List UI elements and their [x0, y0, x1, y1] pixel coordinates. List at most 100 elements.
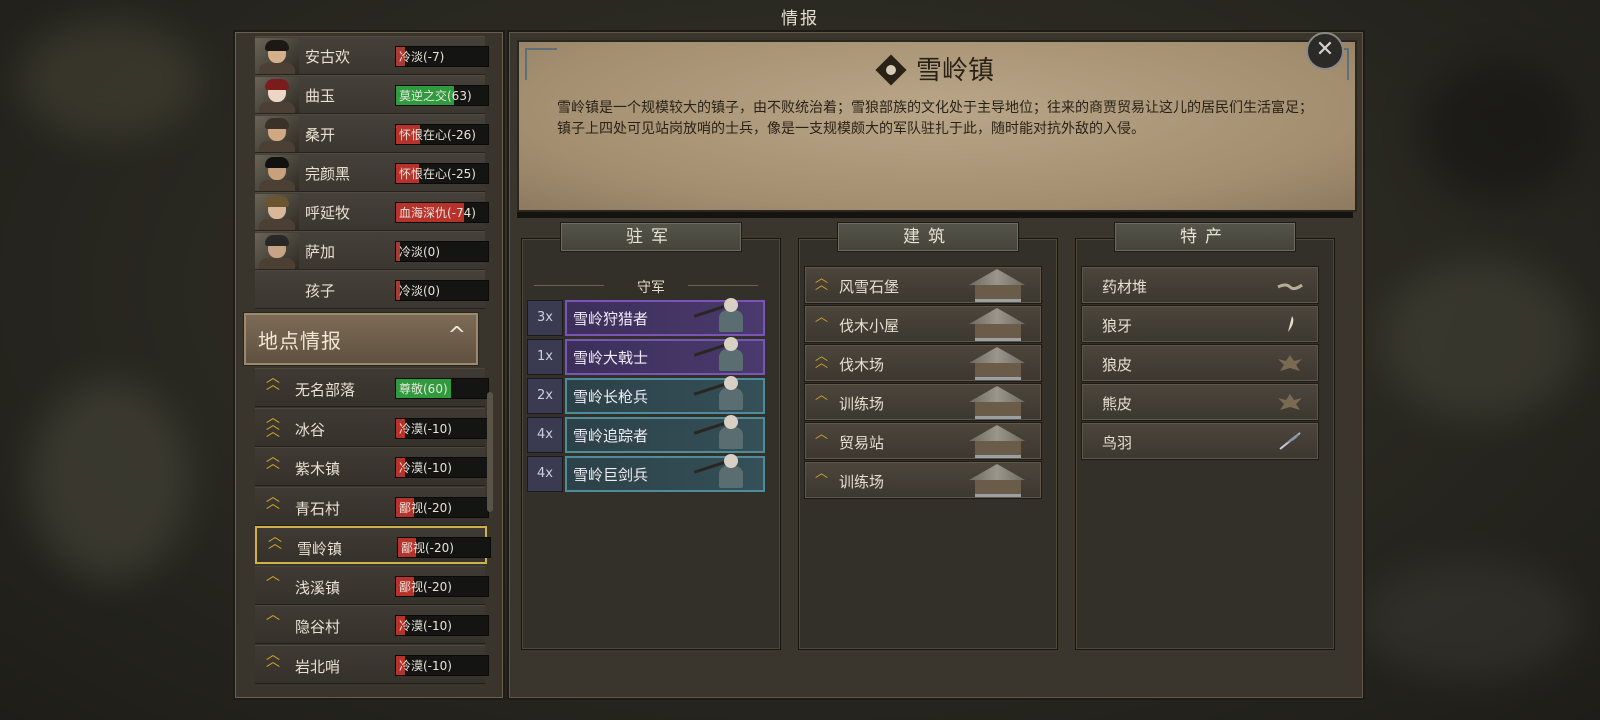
rank-chevron-icon: ︿ [815, 388, 829, 403]
scrollbar[interactable] [487, 392, 493, 512]
pelt-icon [1276, 353, 1304, 373]
relation-text: 鄙视(-20) [401, 541, 454, 555]
building-roof [969, 464, 1025, 480]
troop-count: 4x [527, 456, 563, 492]
fang-icon [1276, 314, 1304, 334]
avatar [255, 194, 299, 230]
relation-text: 冷淡(0) [399, 284, 440, 298]
product-row[interactable]: 药材堆 [1081, 266, 1319, 304]
location-row[interactable]: ︿ ︿ 青石村 鄙视(-20) [255, 486, 489, 526]
tab-garrison[interactable]: 驻军 [560, 222, 742, 252]
relation-bar: 冷漠(-10) [395, 654, 489, 676]
relation-text: 尊敬(60) [399, 382, 448, 396]
rank-chevron-icon: ︿ [815, 310, 829, 325]
location-row[interactable]: ︿ 隐谷村 冷漠(-10) [255, 605, 489, 644]
relation-bar: 血海深仇(-74) [395, 202, 489, 223]
troop-row[interactable]: 3x 雪岭狩猎者 [527, 298, 765, 336]
avatar-body [259, 102, 295, 113]
product-row[interactable]: 狼牙 [1081, 305, 1319, 343]
garrison-column: 守军 3x 雪岭狩猎者 1x 雪岭大戟士 2x 雪岭长枪兵 4x 雪岭追踪者 4x 雪岭巨剑兵 [521, 238, 781, 650]
relation-bar: 冷淡(0) [395, 280, 489, 301]
troop-row[interactable]: 2x 雪岭长枪兵 [527, 376, 765, 414]
building-roof [969, 425, 1025, 441]
location-row[interactable]: ︿ ︿ 雪岭镇 鄙视(-20) [255, 526, 491, 564]
troop-row[interactable]: 4x 雪岭追踪者 [527, 415, 765, 453]
soldier-icon [693, 415, 745, 453]
troop-card[interactable]: 雪岭长枪兵 [565, 376, 765, 414]
character-row[interactable]: 完颜黑 怀恨在心(-25) [255, 153, 489, 192]
tab-products[interactable]: 特产 [1114, 222, 1296, 252]
character-row[interactable]: 桑开 怀恨在心(-26) [255, 114, 489, 153]
troop-card[interactable]: 雪岭狩猎者 [565, 298, 765, 336]
soldier-icon [693, 376, 745, 414]
location-name: 无名部落 [295, 381, 356, 399]
character-row[interactable]: 孩子 冷淡(0) [255, 270, 489, 309]
building-icon [963, 269, 1037, 302]
rank-chevron-icon: ︿ [815, 427, 829, 442]
building-name: 训练场 [839, 395, 885, 413]
relation-bar: 冷淡(-7) [395, 46, 489, 67]
tab-buildings[interactable]: 建筑 [837, 222, 1019, 252]
character-name: 桑开 [305, 126, 336, 144]
soldier-body [719, 466, 743, 488]
avatar-hair [265, 157, 289, 168]
building-wall [975, 283, 1021, 302]
building-wall [975, 361, 1021, 380]
building-row[interactable]: ︿ ︿ 风雪石堡 [804, 266, 1042, 304]
guard-label: 守军 [637, 280, 665, 296]
feather-icon [1276, 431, 1304, 451]
product-name: 鸟羽 [1102, 434, 1133, 452]
relation-text: 鄙视(-20) [399, 579, 452, 594]
building-row[interactable]: ︿ 贸易站 [804, 422, 1042, 460]
troop-count: 4x [527, 417, 563, 453]
soldier-body [719, 349, 743, 371]
character-row[interactable]: 萨加 冷淡(0) [255, 231, 489, 270]
relation-bar: 尊敬(60) [395, 378, 489, 399]
troop-card[interactable]: 雪岭巨剑兵 [565, 454, 765, 492]
chevron-up-icon[interactable]: ^ [448, 323, 466, 348]
rank-chevron-icon: ︿ ︿ ︿ [266, 409, 280, 440]
soldier-body [719, 388, 743, 410]
divider [688, 285, 758, 286]
rank-chevron-icon: ︿ ︿ [266, 488, 280, 512]
relation-text: 冷淡(0) [399, 245, 440, 259]
building-row[interactable]: ︿ 伐木小屋 [804, 305, 1042, 343]
product-name: 狼皮 [1102, 356, 1133, 374]
close-icon[interactable]: ✕ [1306, 32, 1344, 70]
character-row[interactable]: 呼延牧 血海深仇(-74) [255, 192, 489, 231]
troop-card[interactable]: 雪岭大戟士 [565, 337, 765, 375]
troop-row[interactable]: 4x 雪岭巨剑兵 [527, 454, 765, 492]
relation-bar: 冷淡(0) [395, 241, 489, 262]
building-row[interactable]: ︿ 训练场 [804, 383, 1042, 421]
character-row[interactable]: 安古欢 冷淡(-7) [255, 36, 489, 75]
relation-bar: 鄙视(-20) [395, 496, 489, 518]
building-name: 伐木场 [839, 356, 885, 374]
location-row[interactable]: ︿ ︿ ︿ 冰谷 冷漠(-10) [255, 407, 489, 447]
building-name: 风雪石堡 [839, 278, 900, 296]
location-row[interactable]: ︿ 浅溪镇 鄙视(-20) [255, 565, 489, 605]
products-column: 药材堆 狼牙狼皮熊皮鸟羽 [1075, 238, 1335, 650]
building-row[interactable]: ︿ 训练场 [804, 461, 1042, 499]
troop-row[interactable]: 1x 雪岭大戟士 [527, 337, 765, 375]
avatar-body [259, 180, 295, 191]
building-icon [963, 386, 1037, 419]
product-row[interactable]: 熊皮 [1081, 383, 1319, 421]
location-row[interactable]: ︿ ︿ 无名部落 尊敬(60) [255, 368, 489, 407]
avatar-body [259, 219, 295, 230]
divider [517, 212, 1353, 218]
location-row[interactable]: ︿ ︿ 紫木镇 冷漠(-10) [255, 447, 489, 486]
character-row[interactable]: 曲玉 莫逆之交(63) [255, 75, 489, 114]
product-row[interactable]: 鸟羽 [1081, 422, 1319, 460]
relation-text: 冷漠(-10) [399, 658, 452, 673]
relation-bar: 冷漠(-10) [395, 615, 489, 636]
building-row[interactable]: ︿ ︿ 伐木场 [804, 344, 1042, 382]
relation-bar: 怀恨在心(-25) [395, 163, 489, 184]
buildings-column: ︿ ︿ 风雪石堡 ︿ 伐木小屋 ︿ ︿ 伐木场 ︿ 训练场 ︿ 贸易站 ︿ 训练场 [798, 238, 1058, 650]
product-row[interactable]: 狼皮 [1081, 344, 1319, 382]
troop-count: 3x [527, 300, 563, 336]
location-name: 雪岭镇 [297, 540, 343, 558]
avatar [255, 38, 299, 74]
locations-section-header[interactable]: 地点情报 ^ [243, 312, 479, 366]
troop-card[interactable]: 雪岭追踪者 [565, 415, 765, 453]
location-row[interactable]: ︿ ︿ 岩北哨 冷漠(-10) [255, 644, 489, 684]
